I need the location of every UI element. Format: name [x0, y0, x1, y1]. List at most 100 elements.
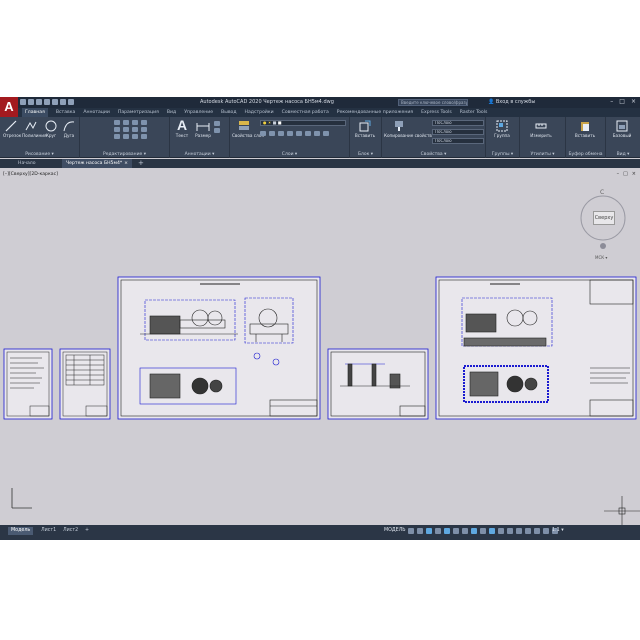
- mirror-icon[interactable]: [123, 127, 129, 132]
- match-properties-button[interactable]: Копирование свойств: [384, 120, 432, 138]
- panel-properties-label[interactable]: Свойства ▾: [382, 152, 485, 157]
- layer-dropdown[interactable]: ● ☀ ■ ■: [260, 120, 346, 126]
- new-tab-button[interactable]: +: [134, 159, 148, 168]
- workspace-icon[interactable]: [507, 528, 513, 534]
- sign-in-button[interactable]: 👤 Вход в службы: [488, 99, 535, 105]
- layout-tab-model[interactable]: Модель: [8, 527, 34, 535]
- line-tool-button[interactable]: Отрезок: [3, 120, 21, 138]
- panel-layers-label[interactable]: Слои ▾: [230, 152, 349, 157]
- doc-tab-drawing[interactable]: Чертеж насоса БН5м4* ×: [62, 159, 132, 168]
- ribbon-tab-7[interactable]: Надстройки: [245, 108, 274, 117]
- add-layout-button[interactable]: +: [82, 527, 92, 535]
- color-dropdown[interactable]: ПоСлою: [432, 120, 484, 126]
- osnap-icon[interactable]: [444, 528, 450, 534]
- layer-off-icon[interactable]: [260, 131, 266, 136]
- array-icon[interactable]: [132, 134, 138, 139]
- scale-icon[interactable]: [123, 134, 129, 139]
- redo-icon[interactable]: [68, 99, 74, 105]
- layer-freeze-icon[interactable]: [278, 131, 284, 136]
- new-file-icon[interactable]: [20, 99, 26, 105]
- sheet-4[interactable]: [327, 348, 429, 420]
- measure-button[interactable]: Измерить: [526, 120, 556, 138]
- ortho-icon[interactable]: [426, 528, 432, 534]
- base-view-button[interactable]: Базовый: [608, 120, 636, 138]
- application-menu-button[interactable]: A: [0, 97, 18, 117]
- text-tool-button[interactable]: A Текст: [174, 118, 190, 139]
- snap-icon[interactable]: [417, 528, 423, 534]
- layer-properties-button[interactable]: Свойства слоя: [232, 120, 264, 138]
- panel-clipboard-label[interactable]: Буфер обмена: [566, 152, 605, 157]
- panel-view-label[interactable]: Вид ▾: [606, 152, 640, 157]
- ribbon-tab-11[interactable]: Raster Tools: [460, 108, 488, 117]
- lineweight-icon[interactable]: [462, 528, 468, 534]
- selection-cycling-icon[interactable]: [480, 528, 486, 534]
- panel-utilities-label[interactable]: Утилиты ▾: [520, 152, 565, 157]
- lineweight-dropdown[interactable]: ПоСлою: [432, 129, 484, 135]
- ribbon-tab-10[interactable]: Express Tools: [421, 108, 452, 117]
- trim-icon[interactable]: [132, 120, 138, 125]
- close-button[interactable]: ×: [631, 98, 636, 105]
- doc-tab-start[interactable]: Начало: [14, 159, 40, 168]
- layer-lock-icon[interactable]: [287, 131, 293, 136]
- ribbon-tab-1[interactable]: Вставка: [56, 108, 75, 117]
- open-file-icon[interactable]: [28, 99, 34, 105]
- plot-icon[interactable]: [52, 99, 58, 105]
- ribbon-tab-8[interactable]: Совместная работа: [282, 108, 329, 117]
- annotation-scale-dropdown[interactable]: 1:1 ▾: [552, 528, 564, 533]
- layer-unisolate-icon[interactable]: [314, 131, 320, 136]
- grid-icon[interactable]: [408, 528, 414, 534]
- layout-tab-sheet2[interactable]: Лист2: [60, 527, 81, 535]
- paste-button[interactable]: Вставить: [572, 120, 598, 138]
- offset-icon[interactable]: [141, 134, 147, 139]
- polyline-tool-button[interactable]: Полилиния: [22, 120, 47, 138]
- undo-icon[interactable]: [60, 99, 66, 105]
- annotation-monitor-icon[interactable]: [516, 528, 522, 534]
- explode-icon[interactable]: [141, 127, 147, 132]
- polar-icon[interactable]: [435, 528, 441, 534]
- clean-screen-icon[interactable]: [543, 528, 549, 534]
- insert-block-button[interactable]: Вставить: [354, 120, 376, 138]
- close-tab-icon[interactable]: ×: [124, 159, 128, 168]
- ribbon-tab-9[interactable]: Рекомендованные приложения: [337, 108, 413, 117]
- layout-tab-sheet1[interactable]: Лист1: [38, 527, 59, 535]
- ribbon-tab-0[interactable]: Главная: [22, 108, 48, 117]
- circle-tool-button[interactable]: Круг: [44, 120, 58, 138]
- save-as-icon[interactable]: [44, 99, 50, 105]
- minimize-button[interactable]: –: [610, 98, 613, 105]
- sheet-2[interactable]: [59, 348, 111, 420]
- transparency-icon[interactable]: [471, 528, 477, 534]
- dimension-tool-button[interactable]: Размер: [194, 120, 212, 138]
- copy-icon[interactable]: [114, 127, 120, 132]
- move-icon[interactable]: [114, 120, 120, 125]
- save-icon[interactable]: [36, 99, 42, 105]
- arc-tool-button[interactable]: Дуга: [62, 120, 76, 138]
- panel-modify-label[interactable]: Редактирование ▾: [80, 152, 169, 157]
- drawing-viewport[interactable]: [–][Сверху][2D-каркас] – □ × С МСК ▾ Све…: [0, 168, 640, 525]
- layer-previous-icon[interactable]: [305, 131, 311, 136]
- panel-draw-label[interactable]: Рисование ▾: [0, 152, 79, 157]
- maximize-button[interactable]: □: [619, 98, 625, 105]
- otrack-icon[interactable]: [453, 528, 459, 534]
- ribbon-tab-5[interactable]: Управление: [184, 108, 213, 117]
- group-button[interactable]: Группа: [490, 120, 514, 138]
- rotate-icon[interactable]: [123, 120, 129, 125]
- table-icon[interactable]: [214, 128, 220, 133]
- sheet-1[interactable]: [3, 348, 53, 420]
- layer-isolate-icon[interactable]: [269, 131, 275, 136]
- linetype-dropdown[interactable]: ПоСлою: [432, 138, 484, 144]
- hardware-accel-icon[interactable]: [534, 528, 540, 534]
- layer-match-icon[interactable]: [296, 131, 302, 136]
- annotation-visibility-icon[interactable]: [489, 528, 495, 534]
- stretch-icon[interactable]: [114, 134, 120, 139]
- erase-icon[interactable]: [141, 120, 147, 125]
- search-input[interactable]: Введите ключевое слово/фразу: [398, 99, 468, 106]
- ribbon-tab-2[interactable]: Аннотации: [83, 108, 110, 117]
- autoscale-icon[interactable]: [498, 528, 504, 534]
- panel-groups-label[interactable]: Группы ▾: [486, 152, 519, 157]
- panel-block-label[interactable]: Блок ▾: [350, 152, 381, 157]
- ribbon-tab-6[interactable]: Вывод: [221, 108, 236, 117]
- panel-annotation-label[interactable]: Аннотации ▾: [170, 152, 229, 157]
- model-space-toggle[interactable]: МОДЕЛЬ: [384, 528, 406, 533]
- ribbon-tab-3[interactable]: Параметризация: [118, 108, 159, 117]
- layer-walk-icon[interactable]: [323, 131, 329, 136]
